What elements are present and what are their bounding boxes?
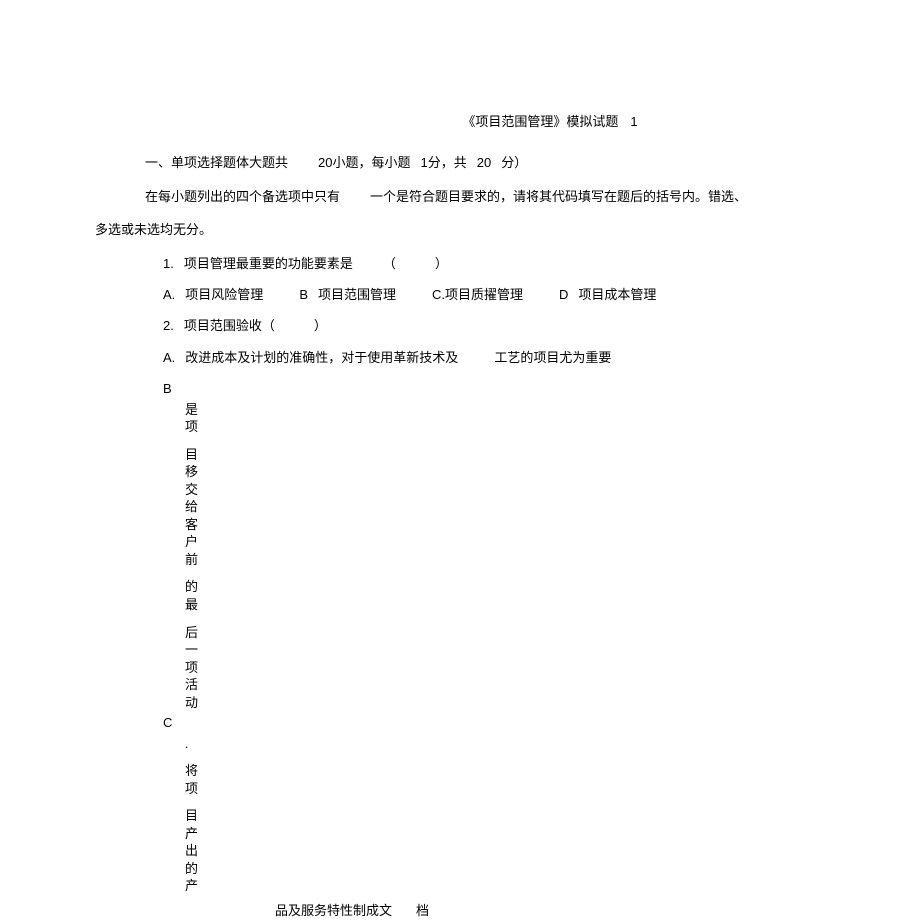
q1-paren: （ ） [383, 256, 448, 271]
q1-optC-letter: C. [432, 287, 445, 302]
q2-optA-p2: 工艺的项目尤为重要 [494, 350, 611, 365]
q2-optB-letter: B [163, 381, 172, 396]
q1-optD: 项目成本管理 [578, 287, 656, 302]
title-text: 《项目范围管理》模拟试题 [462, 114, 618, 129]
section-closing: 分） [501, 155, 527, 170]
q2-optC-dot: . [185, 735, 199, 753]
q2-optA-letter: A. [163, 350, 175, 365]
section-label: 一、单项选择题体大题共 [145, 155, 288, 170]
question-1: 1. 项目管理最重要的功能要素是 （ ） [95, 252, 825, 275]
q2-optC-letter: C [163, 715, 172, 730]
section-unit: 小题，每小题 [332, 155, 410, 170]
q1-label: 1. [163, 256, 174, 271]
q2-optC-f1: 品及服务特性制成文 [275, 903, 392, 918]
q2-label: 2. [163, 318, 174, 333]
q2-optA: A. 改进成本及计划的准确性，对于使用革新技术及 工艺的项目尤为重要 [95, 346, 825, 369]
section-heading: 一、单项选择题体大题共20小题，每小题1分，共20分） [95, 151, 825, 174]
q1-options: A. 项目风险管理 B 项目范围管理 C.项目质擢管理 D 项目成本管理 [95, 283, 825, 306]
q1-optA-letter: A. [163, 287, 175, 302]
q2-optC-f2: 档 [416, 903, 429, 918]
section-count: 20 [318, 155, 332, 170]
instr-p3: 多选或未选均无分。 [95, 222, 212, 237]
q2-optC-block: C . 将项 目产出的产 [95, 711, 825, 895]
instr-p2: 一个是符合题目要求的，请将其代码填写在题后的括号内。错选、 [370, 189, 747, 204]
section-points: 1 [421, 155, 428, 170]
q2-optB-v3: 的最 [185, 578, 199, 613]
instruction-line2: 多选或未选均无分。 [95, 218, 825, 241]
q1-optB-letter: B [299, 287, 308, 302]
q2-optB-v1: 是项 [185, 401, 199, 436]
instruction-line1: 在每小题列出的四个备选项中只有 一个是符合题目要求的，请将其代码填写在题后的括号内… [95, 185, 825, 208]
question-2: 2. 项目范围验收（ ） [95, 314, 825, 337]
q2-optB-v2: 目移交给客户前 [185, 446, 199, 569]
q2-optC-v2: 目产出的产 [185, 807, 199, 895]
title-number: 1 [630, 114, 637, 129]
q1-text: 项目管理最重要的功能要素是 [184, 256, 353, 271]
q2-optB-v4: 后一项活动 [185, 624, 199, 712]
q2-optA-p1: 改进成本及计划的准确性，对于使用革新技术及 [185, 350, 458, 365]
q2-optC-footer: 品及服务特性制成文 档 [95, 899, 825, 922]
q2-optC-v1: 将项 [185, 762, 199, 797]
q1-optC: 项目质擢管理 [445, 287, 523, 302]
q1-optD-letter: D [559, 287, 568, 302]
q1-optA: 项目风险管理 [185, 287, 263, 302]
q2-optB-block: B 是项 目移交给客户前 的最 后一项活动 [95, 377, 825, 711]
q2-text: 项目范围验收（ ） [184, 318, 327, 333]
section-per: 分，共 [428, 155, 467, 170]
instr-p1: 在每小题列出的四个备选项中只有 [145, 189, 340, 204]
section-total: 20 [477, 155, 491, 170]
q1-optB: 项目范围管理 [318, 287, 396, 302]
exam-title: 《项目范围管理》模拟试题 1 [275, 110, 825, 133]
